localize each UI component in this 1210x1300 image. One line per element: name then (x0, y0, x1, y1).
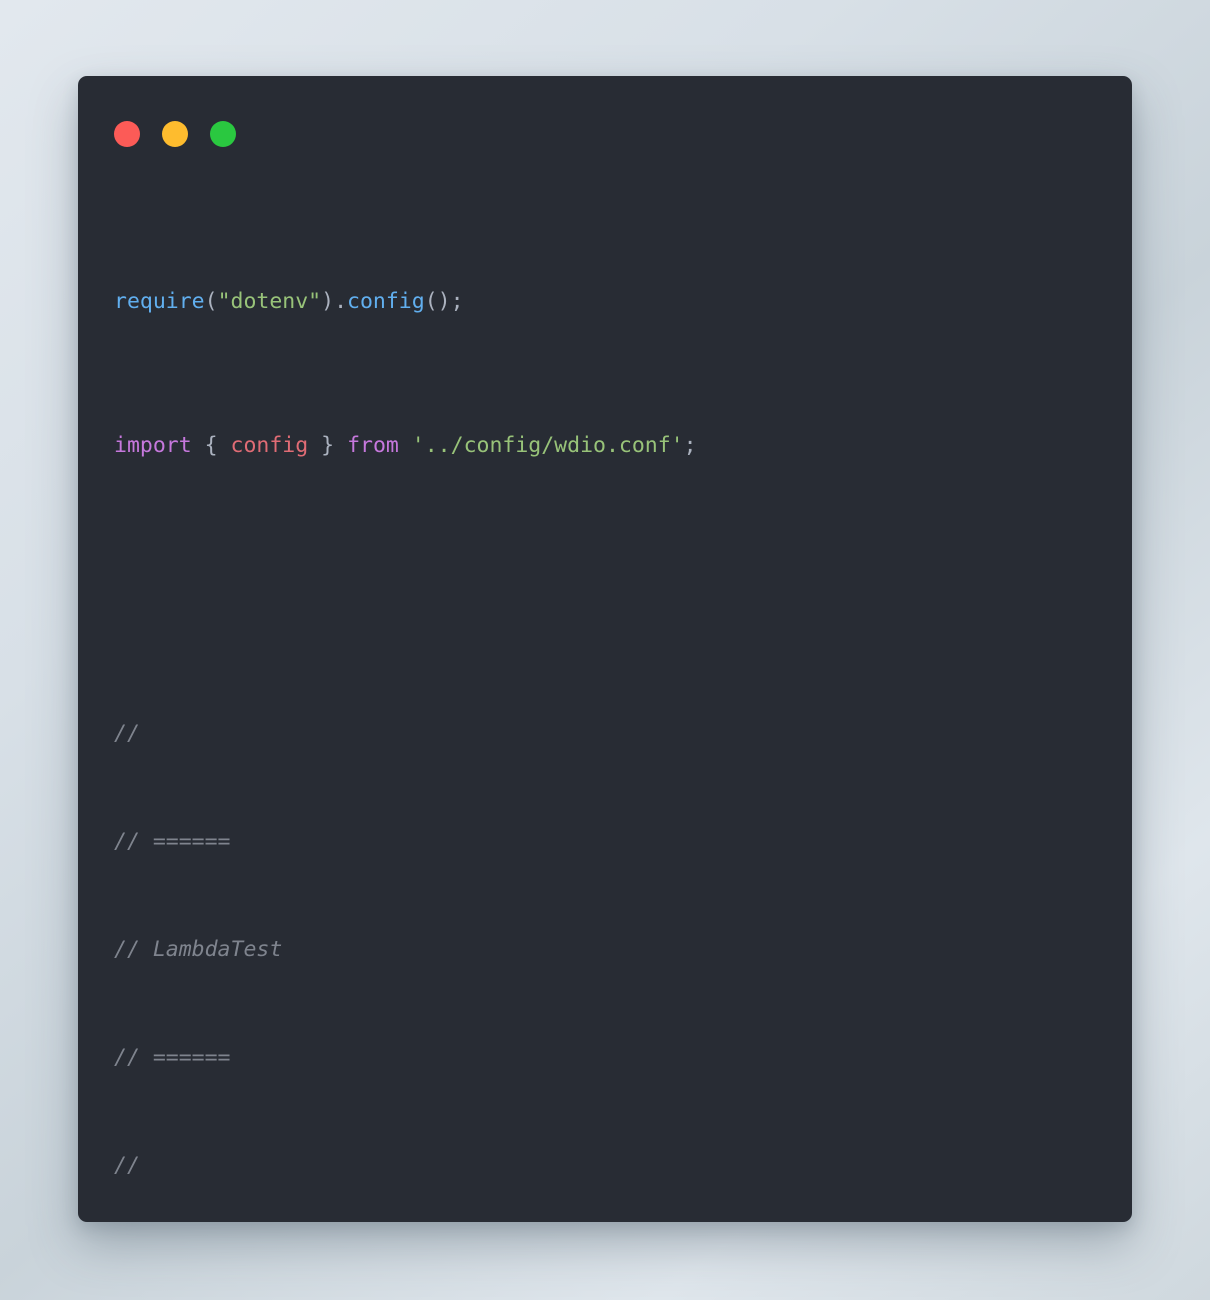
code-line-8-comment: // (114, 1153, 140, 1178)
token-dotenv-string: "dotenv" (217, 289, 322, 314)
token-config-binding: config (230, 433, 309, 458)
code-line-4-comment: // (114, 721, 140, 746)
code-line-7-comment: // ====== (114, 1045, 231, 1070)
token-semicolon: ; (450, 289, 464, 314)
minimize-window-button[interactable] (162, 121, 188, 147)
window-controls (114, 121, 236, 147)
token-call-parens: () (424, 289, 451, 314)
token-semicolon: ; (683, 433, 697, 458)
token-brace-open: { (204, 433, 218, 458)
code-line-6-comment: // LambdaTest (114, 937, 283, 962)
window-titlebar (78, 76, 1132, 147)
code-line-3-blank (114, 572, 1118, 608)
token-paren-close: ) (321, 289, 335, 314)
token-config-call: config (347, 289, 425, 314)
token-dot: . (334, 289, 348, 314)
token-import-path: '../config/wdio.conf' (411, 433, 684, 458)
code-line-2: import { config } from '../config/wdio.c… (114, 428, 1118, 464)
code-line-1: require("dotenv").config(); (114, 284, 1118, 320)
token-brace-close: } (321, 433, 335, 458)
code-line-5-comment: // ====== (114, 829, 231, 854)
token-from-keyword: from (347, 433, 399, 458)
token-require: require (114, 289, 205, 314)
token-paren-open: ( (204, 289, 218, 314)
code-block[interactable]: require("dotenv").config(); import { con… (114, 176, 1118, 1212)
token-import-keyword: import (114, 433, 192, 458)
close-window-button[interactable] (114, 121, 140, 147)
maximize-window-button[interactable] (210, 121, 236, 147)
code-window: require("dotenv").config(); import { con… (78, 76, 1132, 1222)
